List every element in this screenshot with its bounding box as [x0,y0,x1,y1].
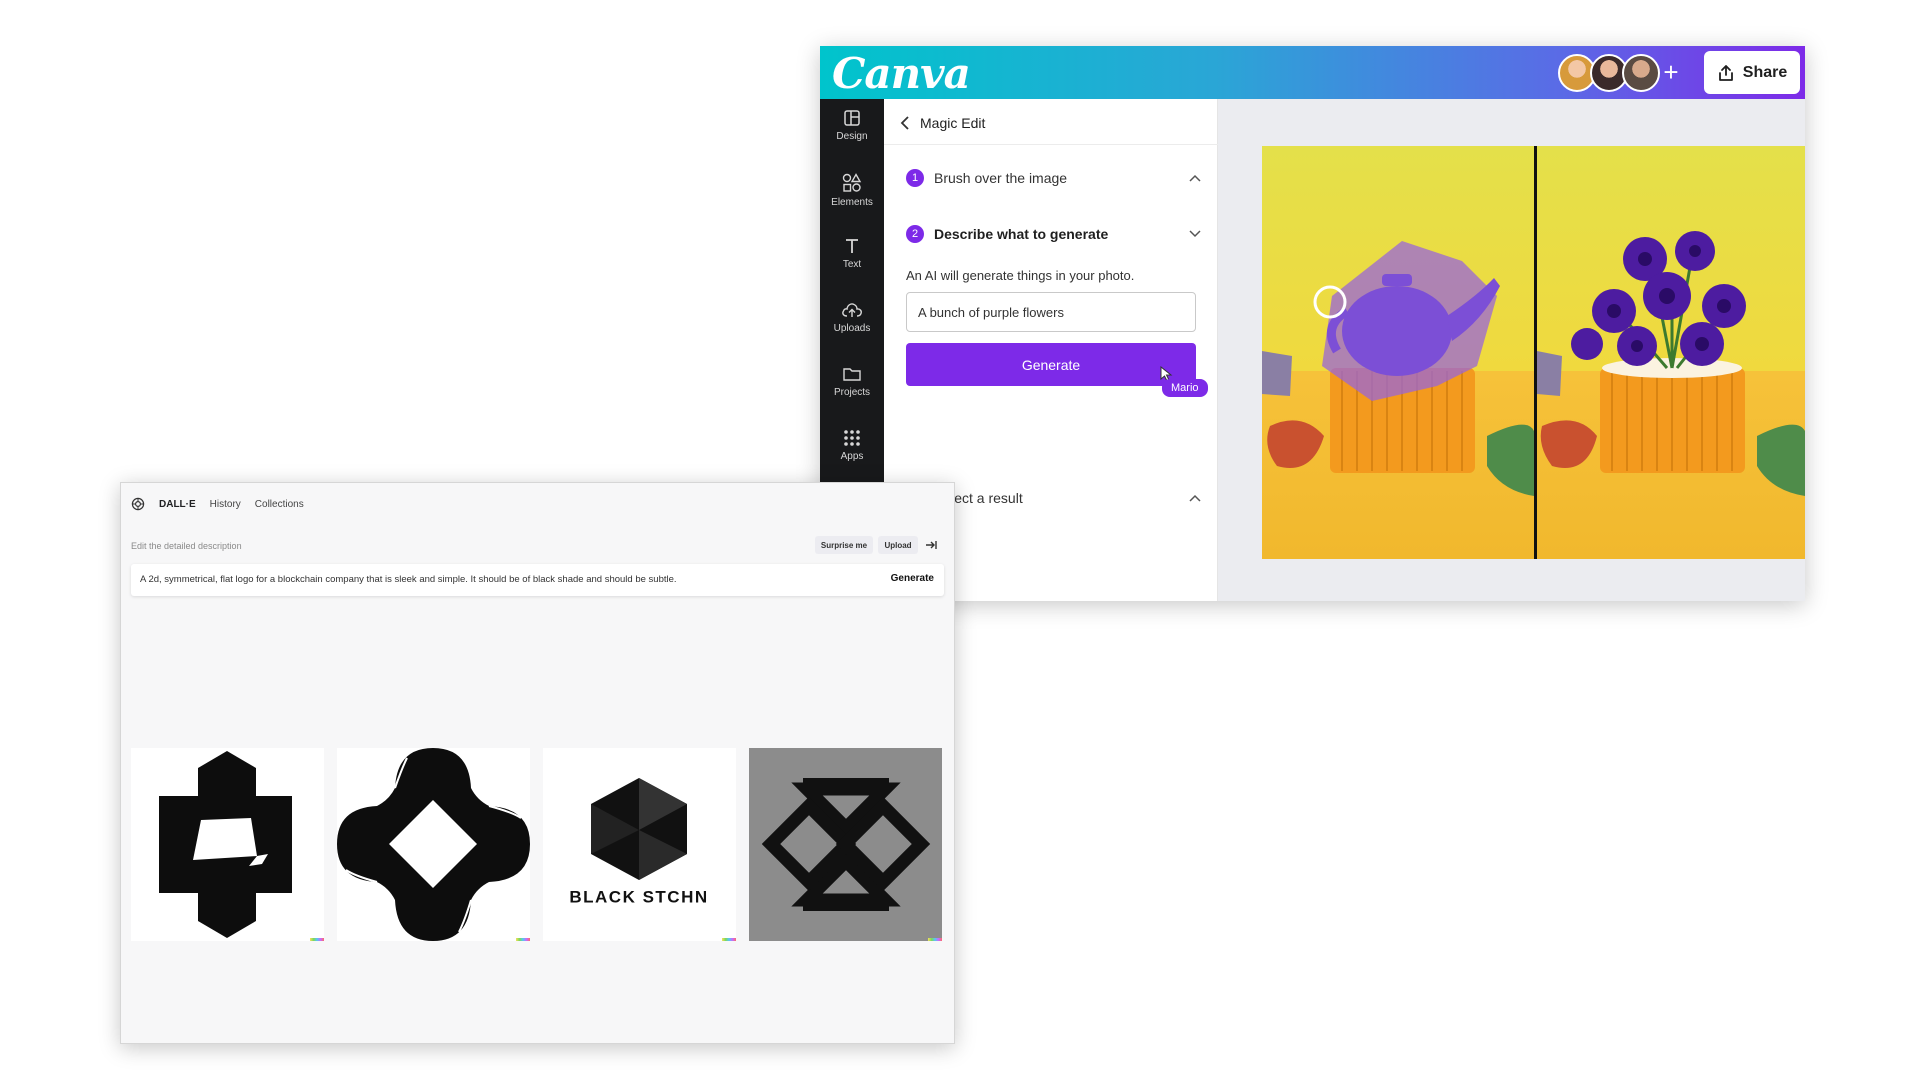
dalle-window: DALL·E History Collections Edit the deta… [120,482,955,1044]
prompt-hint: Edit the detailed description [131,541,242,551]
logo-result-image [159,751,292,938]
step-brush[interactable]: 1 Brush over the image [906,167,1201,189]
canva-header: Canva + Share [820,46,1805,99]
chevron-down-icon[interactable] [1189,230,1201,238]
dalle-brand[interactable]: DALL·E [159,499,196,510]
nav-link-collections[interactable]: Collections [255,499,304,510]
result-color-strip [516,938,530,941]
collapse-arrow-icon[interactable] [924,538,938,552]
surprise-me-button[interactable]: Surprise me [815,536,873,554]
nav-link-history[interactable]: History [210,499,241,510]
result-color-strip [928,938,942,941]
step-number-badge: 2 [906,225,924,243]
step-label: Select a result [934,490,1023,506]
chevron-up-icon[interactable] [1189,174,1201,182]
text-icon [846,239,858,253]
result-image[interactable] [337,748,530,941]
grid-icon [844,430,860,446]
screenshot-stage: Canva + Share Design Elements Text Uploa… [0,0,1920,1080]
result-color-strip [722,938,736,941]
rail-item-label: Apps [840,451,864,462]
divider [884,144,1218,145]
share-button-label: Share [1742,63,1788,81]
step-description: An AI will generate things in your photo… [906,268,1135,283]
layout-icon [844,110,860,126]
collaborator-avatar[interactable] [1622,54,1660,92]
rail-item-label: Text [842,259,862,270]
logo-result-image: BLACK STCHN [569,778,708,906]
before-after-photo[interactable] [1262,146,1805,559]
chevron-up-icon[interactable] [1189,494,1201,502]
rail-item-text[interactable]: Text [820,227,884,287]
rail-item-design[interactable]: Design [820,99,884,159]
back-chevron-icon[interactable] [900,115,910,131]
logo-result-image [761,778,931,911]
collaborator-cursor-tag: Mario [1162,379,1208,397]
dalle-prompt-bar[interactable]: A 2d, symmetrical, flat logo for a block… [131,564,944,596]
upload-button[interactable]: Upload [878,536,918,554]
step-label: Brush over the image [934,170,1068,186]
dalle-nav: DALL·E History Collections [131,495,304,513]
canva-window: Canva + Share Design Elements Text Uploa… [820,46,1805,601]
rail-item-projects[interactable]: Projects [820,355,884,415]
dalle-prompt-input[interactable]: A 2d, symmetrical, flat logo for a block… [140,574,677,585]
result-image[interactable] [749,748,942,941]
rail-item-apps[interactable]: Apps [820,419,884,479]
add-collaborator-button[interactable]: + [1657,59,1685,87]
result-image[interactable] [131,748,324,941]
rail-item-label: Elements [831,197,873,208]
generate-prompt-input[interactable] [906,292,1196,332]
share-icon [1718,64,1733,81]
shapes-icon [842,173,862,192]
step-describe[interactable]: 2 Describe what to generate [906,223,1201,245]
share-button[interactable]: Share [1704,51,1800,94]
generate-button[interactable]: Generate [906,343,1196,386]
rail-item-elements[interactable]: Elements [820,163,884,223]
logo-wordmark: BLACK STCHN [569,887,708,906]
rail-item-label: Uploads [833,323,871,334]
result-image[interactable]: BLACK STCHN [543,748,736,941]
dalle-generate-button[interactable]: Generate [891,573,934,584]
logo-result-image [337,748,530,941]
panel-header: Magic Edit [900,111,985,135]
rail-item-label: Projects [833,387,871,398]
canva-logo[interactable]: Canva [832,49,971,98]
result-color-strip [310,938,324,941]
folder-icon [843,368,861,381]
rail-item-uploads[interactable]: Uploads [820,291,884,351]
rail-item-label: Design [836,131,868,142]
canva-workspace [1218,99,1805,601]
panel-title: Magic Edit [920,115,986,131]
cloud-upload-icon [842,303,862,317]
openai-logo-icon[interactable] [131,497,145,511]
step-number-badge: 1 [906,169,924,187]
step-label: Describe what to generate [934,226,1109,242]
